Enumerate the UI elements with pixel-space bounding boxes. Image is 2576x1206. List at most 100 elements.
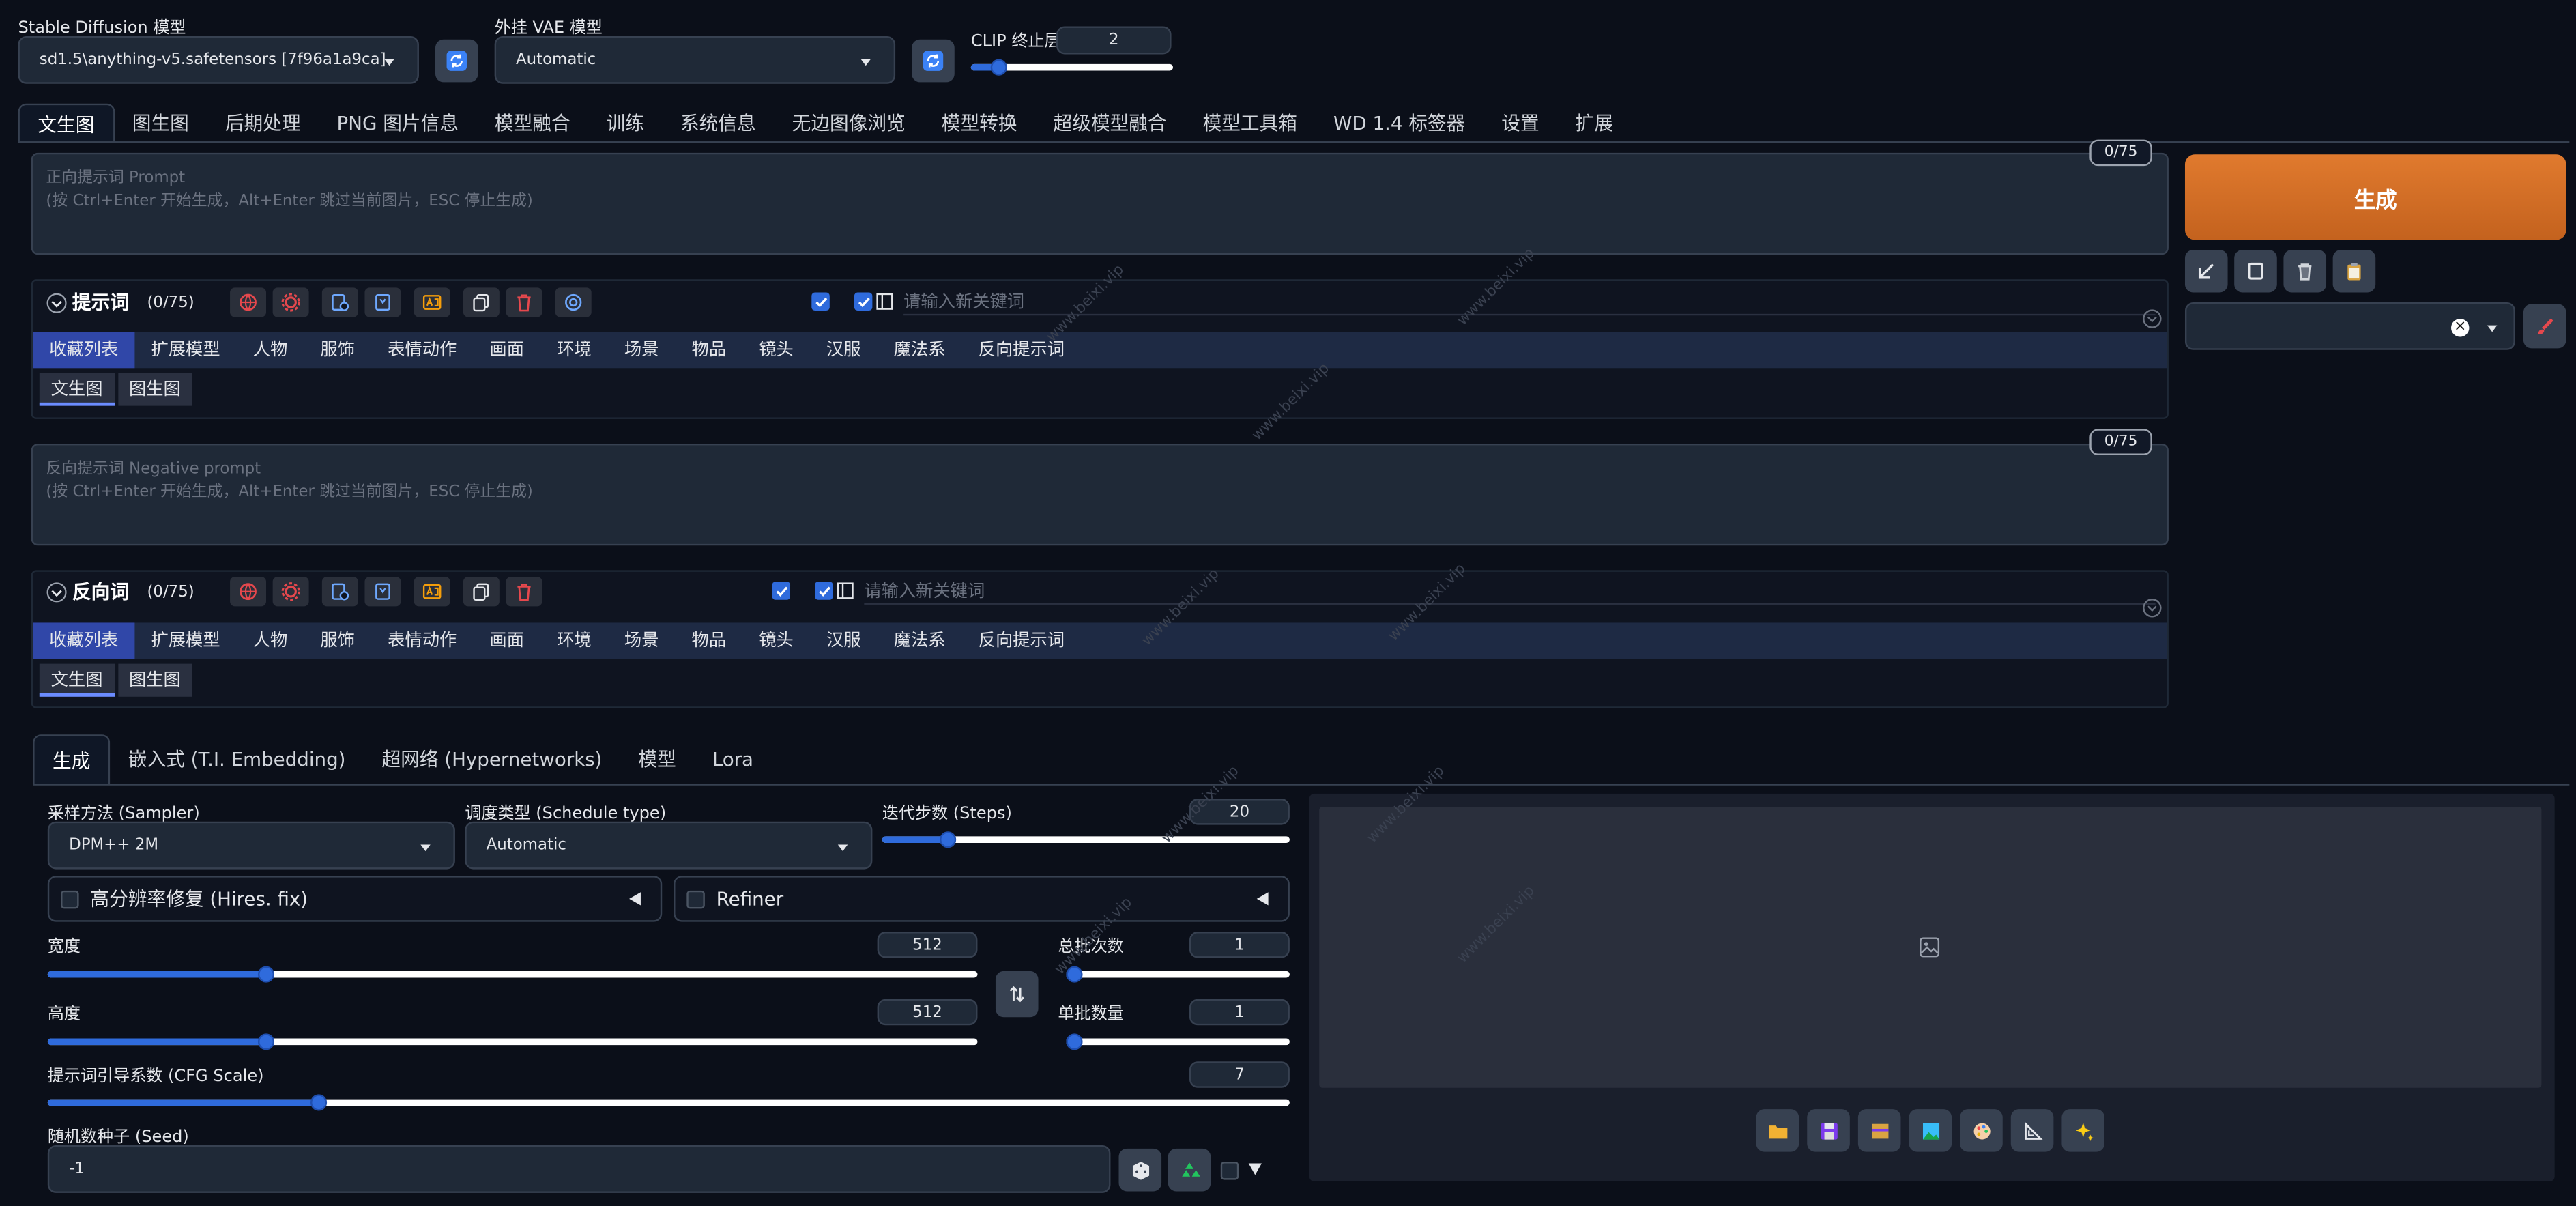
height-number[interactable]: 512 — [877, 999, 978, 1026]
category-extension-models[interactable]: 扩展模型 — [134, 332, 236, 368]
keyword-button[interactable] — [414, 577, 450, 607]
category-items[interactable]: 物品 — [675, 622, 742, 659]
category-environment[interactable]: 环境 — [540, 332, 608, 368]
history-button[interactable] — [321, 577, 358, 607]
zip-button[interactable] — [1857, 1109, 1901, 1152]
tab-wd14-tagger[interactable]: WD 1.4 标签器 — [1315, 104, 1483, 143]
subtab-txt2img[interactable]: 文生图 — [39, 373, 115, 406]
category-negative[interactable]: 反向提示词 — [962, 622, 1082, 659]
category-expressions[interactable]: 表情动作 — [371, 622, 473, 659]
prompt-enable-checkbox[interactable] — [811, 292, 830, 311]
prompt-helper-title[interactable]: 提示词 (0/75) — [46, 289, 194, 316]
category-magic[interactable]: 魔法系 — [878, 622, 962, 659]
subtab-img2img[interactable]: 图生图 — [117, 663, 192, 697]
tab-txt2img[interactable]: 文生图 — [18, 103, 115, 143]
slider-thumb[interactable] — [1066, 1033, 1083, 1050]
category-camera[interactable]: 镜头 — [742, 332, 810, 368]
category-clothing[interactable]: 服饰 — [304, 622, 371, 659]
height-slider[interactable] — [47, 1032, 978, 1052]
cfg-number[interactable]: 7 — [1189, 1061, 1290, 1088]
category-magic[interactable]: 魔法系 — [878, 332, 962, 368]
slider-thumb[interactable] — [991, 59, 1008, 76]
tab-checkpoint-merger[interactable]: 模型融合 — [476, 104, 588, 143]
category-composition[interactable]: 画面 — [473, 332, 540, 368]
slider-thumb[interactable] — [258, 1033, 276, 1050]
category-items[interactable]: 物品 — [675, 332, 742, 368]
refiner-accordion[interactable]: Refiner — [674, 876, 1290, 922]
clear-icon[interactable]: × — [2450, 319, 2470, 337]
width-slider[interactable] — [47, 964, 978, 984]
save-button[interactable] — [1807, 1109, 1850, 1152]
copy-button[interactable] — [463, 287, 500, 317]
copy-button[interactable] — [463, 577, 500, 607]
generate-button[interactable]: 生成 — [2184, 154, 2566, 240]
schedule-dropdown[interactable]: Automatic — [465, 821, 873, 870]
category-extension-models[interactable]: 扩展模型 — [134, 622, 236, 659]
negative-helper-title[interactable]: 反向词 (0/75) — [46, 578, 194, 605]
open-folder-button[interactable] — [1756, 1109, 1799, 1152]
category-favorites[interactable]: 收藏列表 — [33, 332, 135, 369]
hires-fix-checkbox[interactable] — [61, 889, 79, 908]
negative-keyword-checkbox[interactable] — [815, 582, 833, 600]
prompt-textarea[interactable]: 正向提示词 Prompt (按 Ctrl+Enter 开始生成，Alt+Ente… — [31, 152, 2169, 255]
slider-thumb[interactable] — [310, 1094, 327, 1111]
send-to-extras-button[interactable] — [2010, 1109, 2054, 1152]
category-hanfu[interactable]: 汉服 — [810, 622, 878, 659]
batch-size-number[interactable]: 1 — [1189, 999, 1290, 1026]
clip-skip-number[interactable]: 2 — [1056, 26, 1172, 55]
history-button[interactable] — [321, 287, 358, 317]
slider-thumb[interactable] — [940, 831, 957, 848]
tab-system-info[interactable]: 系统信息 — [662, 104, 774, 143]
sd-model-dropdown[interactable]: sd1.5\anything-v5.safetensors [7f96a1a9c… — [18, 35, 419, 84]
category-scene[interactable]: 场景 — [608, 622, 676, 659]
translate-button[interactable] — [230, 577, 267, 607]
ai-button[interactable] — [555, 287, 592, 317]
read-params-button[interactable] — [2184, 249, 2228, 293]
tab-generation[interactable]: 生成 — [33, 734, 111, 784]
clipboard-button[interactable] — [2332, 249, 2376, 293]
tab-extras[interactable]: 后期处理 — [207, 104, 319, 143]
batch-size-slider[interactable] — [1066, 1032, 1290, 1052]
batch-count-number[interactable]: 1 — [1189, 932, 1290, 958]
reuse-seed-button[interactable] — [1168, 1148, 1211, 1192]
seed-input[interactable]: -1 — [47, 1145, 1111, 1193]
slider-thumb[interactable] — [258, 966, 276, 983]
tab-png-info[interactable]: PNG 图片信息 — [319, 104, 476, 143]
delete-button[interactable] — [506, 577, 542, 607]
tab-embedding[interactable]: 嵌入式 (T.I. Embedding) — [110, 734, 364, 784]
settings-button[interactable] — [272, 577, 309, 607]
tab-extensions[interactable]: 扩展 — [1557, 104, 1631, 143]
negative-keyword-input[interactable]: 请输入新关键词 — [864, 578, 2156, 605]
chevron-circle-icon[interactable] — [2142, 309, 2162, 329]
send-to-img2img-button[interactable] — [1909, 1109, 1952, 1152]
subtab-txt2img[interactable]: 文生图 — [39, 663, 115, 697]
sparkle-button[interactable] — [2061, 1109, 2105, 1152]
negative-prompt-textarea[interactable]: 反向提示词 Negative prompt (按 Ctrl+Enter 开始生成… — [31, 444, 2169, 546]
tab-train[interactable]: 训练 — [588, 104, 662, 143]
tab-settings[interactable]: 设置 — [1484, 104, 1557, 143]
refresh-sd-model-button[interactable] — [435, 39, 478, 83]
negative-enable-checkbox[interactable] — [772, 582, 791, 600]
refresh-vae-button[interactable] — [912, 39, 955, 83]
style-dropdown[interactable]: × — [2184, 302, 2515, 350]
category-environment[interactable]: 环境 — [540, 622, 608, 659]
clear-prompt-button[interactable] — [2234, 249, 2277, 293]
category-scene[interactable]: 场景 — [608, 332, 676, 368]
extra-seed-checkbox[interactable] — [1220, 1162, 1239, 1180]
translate-button[interactable] — [230, 287, 267, 317]
caret-down-icon[interactable] — [1248, 1163, 1262, 1175]
category-hanfu[interactable]: 汉服 — [810, 332, 878, 368]
send-to-inpaint-button[interactable] — [1960, 1109, 2003, 1152]
steps-slider[interactable] — [882, 830, 1290, 850]
category-composition[interactable]: 画面 — [473, 622, 540, 659]
width-number[interactable]: 512 — [877, 932, 978, 958]
batch-count-slider[interactable] — [1066, 964, 1290, 984]
favorite-button[interactable] — [364, 287, 401, 317]
swap-dimensions-button[interactable] — [995, 971, 1039, 1018]
category-characters[interactable]: 人物 — [237, 332, 304, 368]
prompt-keyword-checkbox[interactable] — [854, 292, 873, 311]
vae-dropdown[interactable]: Automatic — [494, 35, 896, 84]
favorite-button[interactable] — [364, 577, 401, 607]
subtab-img2img[interactable]: 图生图 — [117, 373, 192, 406]
category-expressions[interactable]: 表情动作 — [371, 332, 473, 368]
